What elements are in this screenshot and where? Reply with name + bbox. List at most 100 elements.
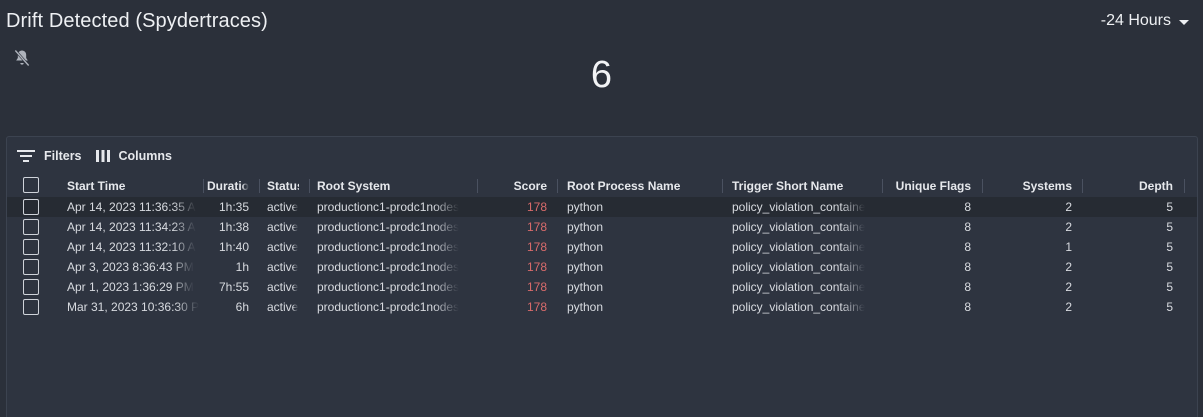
drift-widget: Drift Detected (Spydertraces) -24 Hours … — [0, 0, 1203, 417]
row-checkbox[interactable] — [23, 259, 39, 275]
cell-score: 178 — [487, 297, 547, 317]
column-resize-handle[interactable] — [557, 179, 558, 193]
column-header-start-time[interactable]: Start Time — [67, 175, 205, 197]
cell-start-time: Apr 14, 2023 11:34:23 A — [67, 217, 205, 237]
row-checkbox[interactable] — [23, 299, 39, 315]
cell-root-system: productionc1-prodc1nodes — [317, 237, 467, 257]
table-row[interactable]: Apr 14, 2023 11:36:35 A 1h:35 active produc… — [7, 197, 1197, 217]
column-header-root-process-name[interactable]: Root Process Name — [567, 175, 717, 197]
cell-root-system: productionc1-prodc1nodes — [317, 197, 467, 217]
cell-value: 5 — [1166, 240, 1173, 254]
cell-root-system: productionc1-prodc1nodes — [317, 297, 467, 317]
column-resize-handle[interactable] — [203, 179, 204, 193]
row-checkbox[interactable] — [23, 219, 39, 235]
cell-status: active — [267, 297, 299, 317]
column-resize-handle[interactable] — [982, 179, 983, 193]
cell-value: Apr 1, 2023 1:36:29 PM — [67, 280, 194, 294]
cell-duration: 1h:38 — [207, 217, 249, 237]
cell-status: active — [267, 277, 299, 297]
cell-unique-flags: 8 — [887, 217, 971, 237]
cell-systems: 2 — [987, 297, 1072, 317]
column-resize-handle[interactable] — [477, 179, 478, 193]
cell-trigger-short-name: policy_violation_containe — [732, 257, 872, 277]
cell-status: active — [267, 197, 299, 217]
cell-start-time: Apr 14, 2023 11:36:35 A — [67, 197, 205, 217]
cell-value: productionc1-prodc1nodes — [317, 300, 460, 314]
cell-value: 8 — [964, 200, 971, 214]
cell-root-system: productionc1-prodc1nodes — [317, 257, 467, 277]
cell-value: productionc1-prodc1nodes — [317, 200, 460, 214]
cell-score: 178 — [487, 197, 547, 217]
column-resize-handle[interactable] — [309, 179, 310, 193]
column-resize-handle[interactable] — [1184, 179, 1185, 193]
cell-value: 1h:38 — [218, 220, 249, 234]
table-row[interactable]: Apr 14, 2023 11:32:10 A 1h:40 active produc… — [7, 237, 1197, 257]
column-header-trigger-short-name[interactable]: Trigger Short Name — [732, 175, 872, 197]
cell-value: 8 — [964, 300, 971, 314]
cell-value: 2 — [1065, 220, 1072, 234]
column-header-duration[interactable]: Duratio — [207, 175, 249, 197]
cell-depth: 5 — [1087, 257, 1173, 277]
cell-value: 8 — [964, 280, 971, 294]
select-all-checkbox[interactable] — [23, 177, 39, 193]
column-header-unique-flags[interactable]: Unique Flags — [887, 175, 971, 197]
time-range-dropdown[interactable]: -24 Hours — [1101, 12, 1189, 30]
cell-value: policy_violation_containe — [732, 240, 866, 254]
cell-value: 1 — [1065, 240, 1072, 254]
spydertraces-table-panel: Filters Columns Start Time Duratio Status R… — [6, 136, 1198, 417]
filters-button[interactable]: Filters — [17, 149, 82, 163]
cell-trigger-short-name: policy_violation_containe — [732, 217, 872, 237]
column-header-systems[interactable]: Systems — [987, 175, 1072, 197]
widget-title: Drift Detected (Spydertraces) — [6, 10, 268, 32]
cell-value: 5 — [1166, 300, 1173, 314]
cell-value: active — [267, 240, 299, 254]
cell-value: productionc1-prodc1nodes — [317, 260, 460, 274]
cell-root-process-name: python — [567, 237, 717, 257]
table-row[interactable]: Apr 1, 2023 1:36:29 PM 7h:55 active product… — [7, 277, 1197, 297]
cell-duration: 1h:40 — [207, 237, 249, 257]
cell-value: 2 — [1065, 200, 1072, 214]
cell-root-process-name: python — [567, 297, 717, 317]
column-header-score[interactable]: Score — [487, 175, 547, 197]
cell-score: 178 — [487, 217, 547, 237]
column-header-label: Systems — [1022, 179, 1072, 193]
cell-value: active — [267, 200, 299, 214]
table-row[interactable]: Apr 3, 2023 8:36:43 PM 1h active production… — [7, 257, 1197, 277]
cell-status: active — [267, 257, 299, 277]
column-header-depth[interactable]: Depth — [1087, 175, 1173, 197]
cell-systems: 2 — [987, 217, 1072, 237]
column-resize-handle[interactable] — [882, 179, 883, 193]
cell-start-time: Apr 14, 2023 11:32:10 A — [67, 237, 205, 257]
cell-root-process-name: python — [567, 257, 717, 277]
cell-unique-flags: 8 — [887, 257, 971, 277]
cell-trigger-short-name: policy_violation_containe — [732, 237, 872, 257]
cell-duration: 1h — [207, 257, 249, 277]
column-resize-handle[interactable] — [1082, 179, 1083, 193]
cell-start-time: Apr 1, 2023 1:36:29 PM — [67, 277, 205, 297]
table-row[interactable]: Apr 14, 2023 11:34:23 A 1h:38 active produc… — [7, 217, 1197, 237]
caret-down-icon — [1179, 19, 1189, 25]
cell-value: productionc1-prodc1nodes — [317, 280, 460, 294]
cell-unique-flags: 8 — [887, 297, 971, 317]
cell-value: active — [267, 260, 299, 274]
cell-value: 5 — [1166, 220, 1173, 234]
cell-value: python — [567, 200, 604, 214]
table-row[interactable]: Mar 31, 2023 10:36:30 P 6h active productio… — [7, 297, 1197, 317]
cell-root-process-name: python — [567, 217, 717, 237]
column-resize-handle[interactable] — [722, 179, 723, 193]
cell-value: 178 — [526, 260, 547, 274]
column-header-label: Start Time — [67, 179, 126, 193]
cell-root-system: productionc1-prodc1nodes — [317, 217, 467, 237]
cell-value: python — [567, 280, 604, 294]
row-checkbox[interactable] — [23, 199, 39, 215]
columns-button[interactable]: Columns — [95, 149, 172, 163]
cell-value: 5 — [1166, 200, 1173, 214]
column-header-root-system[interactable]: Root System — [317, 175, 467, 197]
cell-value: active — [267, 280, 299, 294]
columns-label: Columns — [118, 149, 172, 163]
row-checkbox[interactable] — [23, 239, 39, 255]
column-resize-handle[interactable] — [259, 179, 260, 193]
column-header-status[interactable]: Status — [267, 175, 299, 197]
row-checkbox[interactable] — [23, 279, 39, 295]
cell-value: 8 — [964, 240, 971, 254]
